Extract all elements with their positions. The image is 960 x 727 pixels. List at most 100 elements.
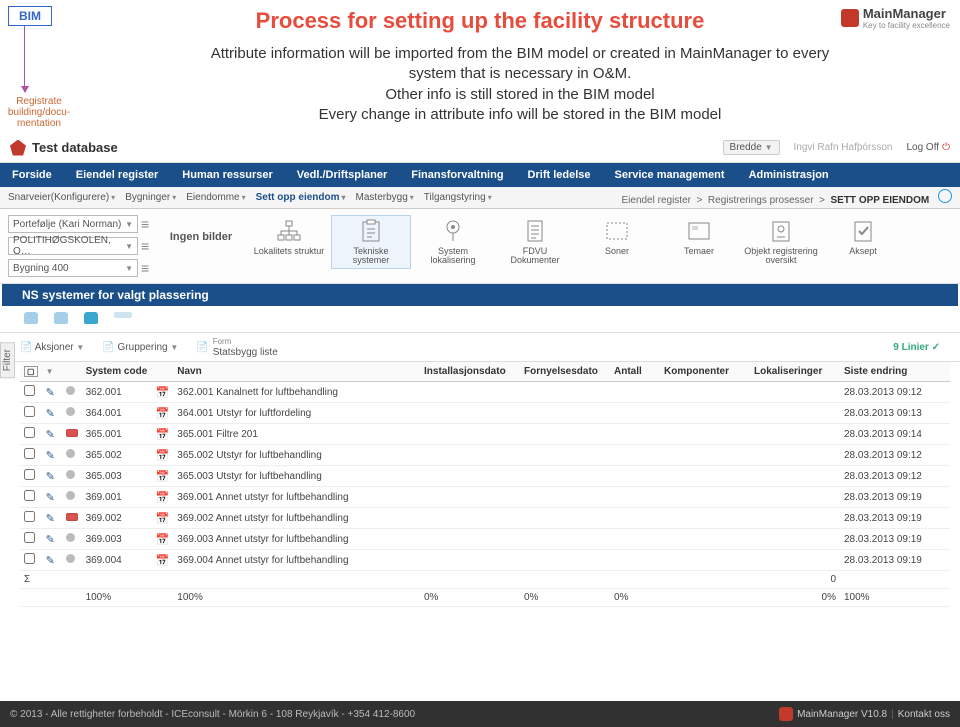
edit-icon[interactable]: ✎ <box>46 408 55 420</box>
edit-icon[interactable]: ✎ <box>46 429 55 441</box>
nav-administrasjon[interactable]: Administrasjon <box>737 163 841 187</box>
col-header[interactable]: Navn <box>173 362 420 382</box>
status-dot <box>66 449 75 458</box>
table-row[interactable]: ✎364.001📅364.001 Utstyr for luftfordelin… <box>20 403 950 424</box>
table-row[interactable]: ✎369.004📅369.004 Annet utstyr for luftbe… <box>20 550 950 571</box>
table-row[interactable]: ✎365.002📅365.002 Utstyr for luftbehandli… <box>20 445 950 466</box>
col-header[interactable]: Lokaliseringer <box>750 362 840 382</box>
row-checkbox[interactable] <box>24 532 35 543</box>
row-checkbox[interactable] <box>24 406 35 417</box>
row-checkbox[interactable] <box>24 385 35 396</box>
cell-date: 28.03.2013 09:12 <box>840 466 950 487</box>
calendar-icon[interactable]: 📅 <box>156 555 170 567</box>
table-row[interactable]: ✎369.002📅369.002 Annet utstyr for luftbe… <box>20 508 950 529</box>
subnav-item[interactable]: Eiendomme ▾ <box>186 192 245 203</box>
col-header[interactable]: System code <box>82 362 152 382</box>
subnav-item[interactable]: Sett opp eiendom ▾ <box>256 192 346 203</box>
col-header[interactable]: Siste endring <box>840 362 950 382</box>
table-row[interactable]: ✎369.001📅369.001 Annet utstyr for luftbe… <box>20 487 950 508</box>
calendar-icon[interactable]: 📅 <box>156 387 170 399</box>
burger-icon[interactable] <box>141 216 153 232</box>
table-row[interactable]: ✎365.003📅365.003 Utstyr for luftbehandli… <box>20 466 950 487</box>
card-label: Soner <box>605 247 629 256</box>
bar-icon[interactable] <box>114 312 132 318</box>
nav-eiendel-register[interactable]: Eiendel register <box>64 163 171 187</box>
main-nav: ForsideEiendel registerHuman ressurserVe… <box>0 163 960 187</box>
pin-icon <box>438 218 468 244</box>
grouping-dropdown[interactable]: 📄 Gruppering ▼ <box>102 342 178 353</box>
edit-icon[interactable]: ✎ <box>46 534 55 546</box>
calendar-icon[interactable]: 📅 <box>156 534 170 546</box>
nav-service-management[interactable]: Service management <box>603 163 737 187</box>
calendar-icon[interactable]: 📅 <box>156 408 170 420</box>
card-accept[interactable]: Aksept <box>823 215 903 269</box>
col-header[interactable]: Antall <box>610 362 660 382</box>
edit-icon[interactable]: ✎ <box>46 471 55 483</box>
calendar-icon[interactable]: 📅 <box>156 471 170 483</box>
table-row[interactable]: ✎369.003📅369.003 Annet utstyr for luftbe… <box>20 529 950 550</box>
filter-building[interactable]: Bygning 400▼ <box>8 259 138 277</box>
calendar-icon[interactable]: 📅 <box>156 513 170 525</box>
nav-vedl-driftsplaner[interactable]: Vedl./Driftsplaner <box>285 163 399 187</box>
actions-dropdown[interactable]: 📄 Aksjoner ▼ <box>20 342 84 353</box>
subnav-item[interactable]: Bygninger ▾ <box>125 192 176 203</box>
nav-forside[interactable]: Forside <box>0 163 64 187</box>
card-clipboard[interactable]: Tekniske systemer <box>331 215 411 269</box>
cell-name: 365.002 Utstyr for luftbehandling <box>173 445 420 466</box>
col-header[interactable] <box>62 362 82 382</box>
user-name[interactable]: Ingvi Rafn Hafþórsson <box>794 142 893 153</box>
card-obj[interactable]: Objekt registrering oversikt <box>741 215 821 269</box>
col-header[interactable]: Fornyelsesdato <box>520 362 610 382</box>
globe-icon[interactable] <box>938 189 952 203</box>
subnav-item[interactable]: Snarveier(Konfigurere) ▾ <box>8 192 115 203</box>
table-row[interactable]: ✎365.001📅365.001 Filtre 20128.03.2013 09… <box>20 424 950 445</box>
col-header[interactable]: ▼ <box>42 362 62 382</box>
edit-icon[interactable]: ✎ <box>46 555 55 567</box>
card-pin[interactable]: System lokalisering <box>413 215 493 269</box>
calendar-icon[interactable]: 📅 <box>156 450 170 462</box>
burger-icon[interactable] <box>141 260 153 276</box>
row-checkbox[interactable] <box>24 511 35 522</box>
col-header[interactable]: Komponenter <box>660 362 750 382</box>
calendar-icon[interactable]: 📅 <box>156 492 170 504</box>
footer-version[interactable]: MainManager V10.8 <box>797 709 887 720</box>
row-checkbox[interactable] <box>24 490 35 501</box>
table-row[interactable]: ✎362.001📅362.001 Kanalnett for luftbehan… <box>20 382 950 403</box>
logoff-link[interactable]: Log Off ⏻ <box>906 142 950 153</box>
footer-contact[interactable]: Kontakt oss <box>898 709 950 720</box>
nav-drift-ledelse[interactable]: Drift ledelse <box>516 163 603 187</box>
row-checkbox[interactable] <box>24 427 35 438</box>
stack-icon[interactable] <box>24 312 38 324</box>
nav-human-ressurser[interactable]: Human ressurser <box>170 163 285 187</box>
stack-icon[interactable] <box>84 312 98 324</box>
form-dropdown[interactable]: 📄 FormStatsbygg liste <box>196 336 278 358</box>
burger-icon[interactable] <box>141 238 153 254</box>
row-checkbox[interactable] <box>24 448 35 459</box>
bredde-button[interactable]: Bredde ▼ <box>723 140 780 155</box>
cell-code: 362.001 <box>82 382 152 403</box>
edit-icon[interactable]: ✎ <box>46 492 55 504</box>
card-label: Objekt registrering oversikt <box>744 247 818 266</box>
edit-icon[interactable]: ✎ <box>46 513 55 525</box>
col-header[interactable]: ▢ <box>20 362 42 382</box>
filter-portfolio[interactable]: Portefølje (Kari Norman)▼ <box>8 215 138 233</box>
filter-sidetab[interactable]: Filter <box>0 342 15 378</box>
subnav-item[interactable]: Tilgangstyring ▾ <box>424 192 492 203</box>
filter-site[interactable]: POLITIHØGSKOLEN, O…▼ <box>8 237 138 255</box>
stack-icon[interactable] <box>54 312 68 324</box>
row-checkbox[interactable] <box>24 469 35 480</box>
calendar-icon[interactable]: 📅 <box>156 429 170 441</box>
row-checkbox[interactable] <box>24 553 35 564</box>
card-theme[interactable]: Temaer <box>659 215 739 269</box>
card-doc[interactable]: FDVU Dokumenter <box>495 215 575 269</box>
col-header[interactable] <box>152 362 174 382</box>
toolbar-row: Portefølje (Kari Norman)▼ POLITIHØGSKOLE… <box>0 209 960 284</box>
card-zone[interactable]: Soner <box>577 215 657 269</box>
edit-icon[interactable]: ✎ <box>46 450 55 462</box>
arrow-down-icon <box>24 26 25 92</box>
card-tree[interactable]: Lokalitets struktur <box>249 215 329 269</box>
subnav-item[interactable]: Masterbygg ▾ <box>356 192 414 203</box>
nav-finansforvaltning[interactable]: Finansforvaltning <box>399 163 515 187</box>
col-header[interactable]: Installasjonsdato <box>420 362 520 382</box>
edit-icon[interactable]: ✎ <box>46 387 55 399</box>
